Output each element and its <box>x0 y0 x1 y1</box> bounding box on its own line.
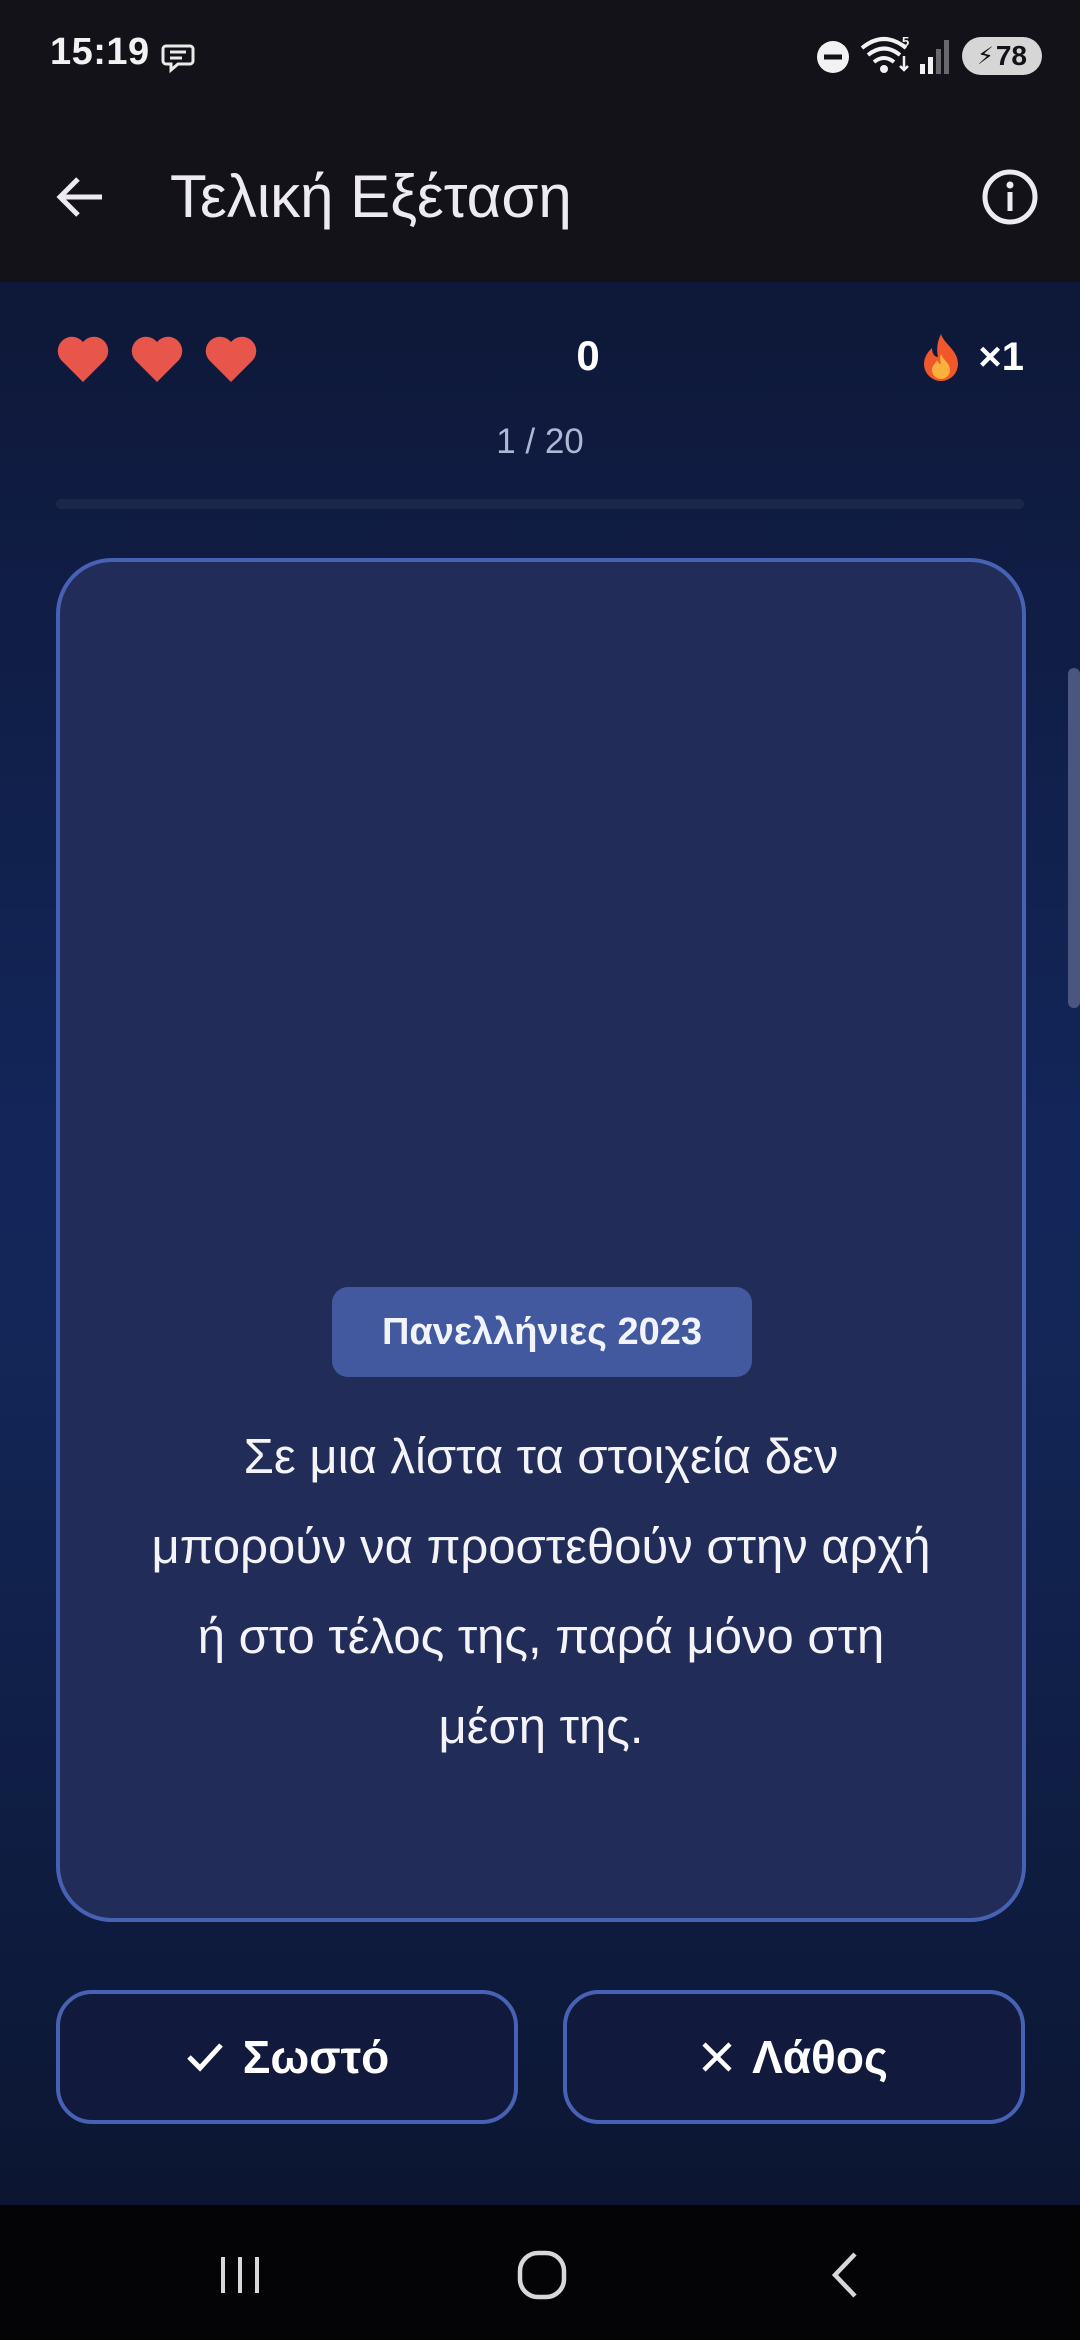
do-not-disturb-icon <box>817 41 849 73</box>
battery-indicator: ⚡ 78 <box>962 37 1042 75</box>
quiz-screen: 0 ×1 1 / 20 Πανελλήνιες 2023 Σε μια λίστ… <box>0 282 1080 2205</box>
system-nav-bar <box>0 2205 1080 2340</box>
home-button[interactable] <box>492 2235 592 2315</box>
home-icon <box>517 2250 567 2300</box>
true-button[interactable]: Σωστό <box>56 1990 518 2124</box>
false-button-label: Λάθος <box>752 2031 888 2083</box>
signal-icon <box>920 40 949 74</box>
app-bar: Τελική Εξέταση <box>0 112 1080 282</box>
x-icon <box>702 2042 732 2072</box>
heart-icon <box>131 336 183 382</box>
question-card: Πανελλήνιες 2023 Σε μια λίστα τα στοιχεί… <box>56 558 1026 1922</box>
streak-value: ×1 <box>978 334 1024 379</box>
streak-multiplier: ×1 <box>918 332 1024 382</box>
question-text: Σε μια λίστα τα στοιχεία δεν μπορούν να … <box>151 1430 931 1754</box>
lives-indicator <box>56 334 258 384</box>
svg-text:5: 5 <box>902 34 909 49</box>
progress-bar <box>56 499 1024 509</box>
scrollbar-handle[interactable] <box>1068 668 1080 1008</box>
wifi-icon: 5 <box>860 34 909 73</box>
info-button[interactable] <box>970 157 1050 237</box>
fire-icon <box>924 334 959 381</box>
check-icon <box>186 2043 223 2072</box>
heart-icon <box>57 336 109 382</box>
recent-apps-icon <box>221 2257 259 2293</box>
exam-source-badge: Πανελλήνιες 2023 <box>332 1287 752 1377</box>
status-bar: 15:19 5 ⚡ 78 <box>0 0 1080 112</box>
page-title: Τελική Εξέταση <box>170 163 572 230</box>
chat-bubble-icon <box>161 44 195 74</box>
heart-icon <box>205 336 257 382</box>
system-back-button[interactable] <box>795 2235 895 2315</box>
true-button-label: Σωστό <box>242 2031 390 2083</box>
score-value: 0 <box>576 332 600 379</box>
battery-level: 78 <box>995 40 1027 71</box>
question-counter: 1 / 20 <box>496 422 584 461</box>
charging-bolt-icon: ⚡ <box>976 42 994 70</box>
recent-apps-button[interactable] <box>190 2235 290 2315</box>
info-icon <box>982 169 1038 225</box>
chevron-left-icon <box>831 2252 857 2298</box>
arrow-left-icon <box>56 177 102 217</box>
false-button[interactable]: Λάθος <box>563 1990 1025 2124</box>
status-time: 15:19 <box>50 31 150 73</box>
back-button[interactable] <box>40 157 120 237</box>
